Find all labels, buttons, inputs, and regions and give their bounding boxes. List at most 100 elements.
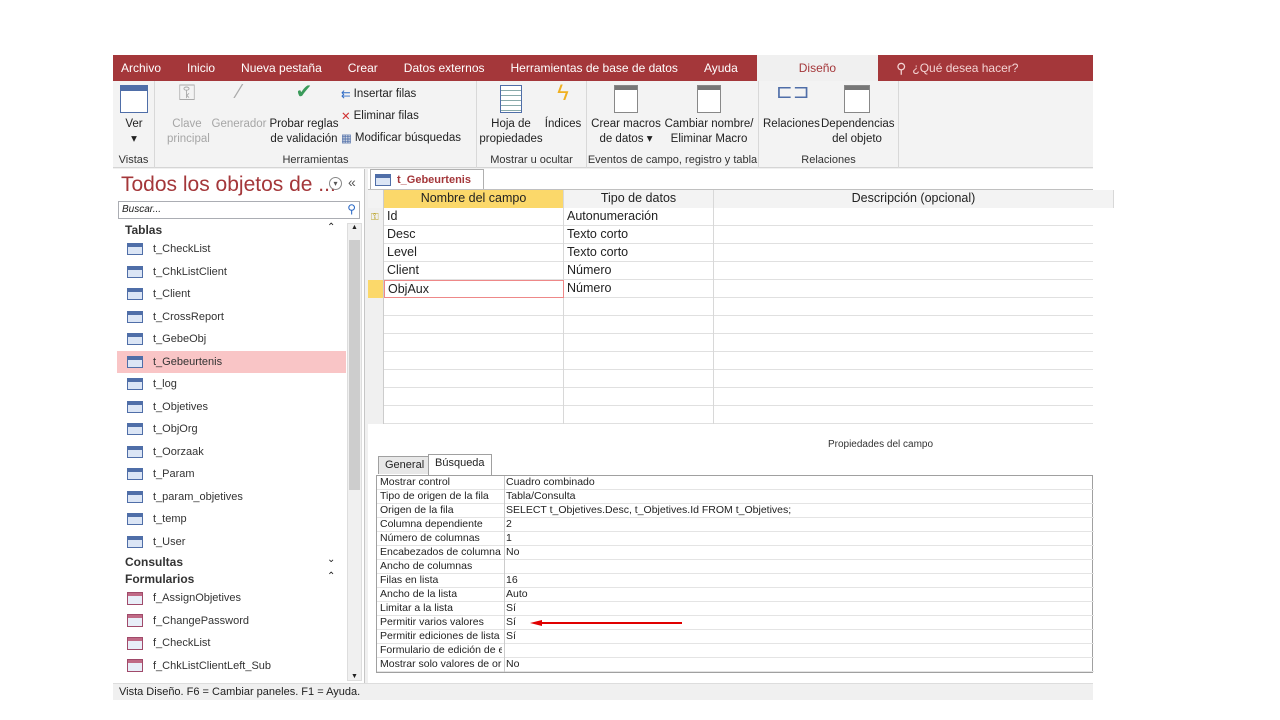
field-row[interactable]: ⚿ Id Autonumeración (368, 208, 1093, 226)
nav-item-table[interactable]: t_CheckList (117, 238, 346, 260)
property-value[interactable]: No (504, 658, 519, 672)
data-type-cell[interactable]: Texto corto (564, 226, 714, 244)
property-row[interactable]: Ancho de columnas (377, 560, 1094, 574)
data-type-cell[interactable]: Número (564, 280, 714, 298)
property-row[interactable]: Permitir varios valores Sí (377, 616, 1094, 630)
field-name-cell[interactable] (384, 298, 564, 316)
dependencias-button[interactable]: Dependencias del objeto (821, 85, 895, 147)
nav-item-table[interactable]: t_User (117, 531, 346, 553)
probar-reglas-button[interactable]: ✔ Probar reglas de validación (269, 82, 339, 147)
menu-archivo[interactable]: Archivo (113, 55, 174, 81)
nav-item-table[interactable]: t_Param (117, 463, 346, 485)
data-type-cell[interactable]: Número (564, 262, 714, 280)
nav-item-form[interactable]: f_ChkListClientLeft_Sub (117, 655, 346, 677)
relaciones-button[interactable]: ⊏⊐ Relaciones (763, 82, 820, 132)
nav-item-table[interactable]: t_temp (117, 508, 346, 530)
row-selector[interactable] (368, 352, 384, 370)
description-cell[interactable] (714, 388, 1114, 406)
nav-title[interactable]: Todos los objetos de ... (121, 173, 336, 197)
field-name-cell[interactable] (384, 352, 564, 370)
nav-item-form[interactable]: f_AssignObjetives (117, 587, 346, 609)
data-type-cell[interactable]: Texto corto (564, 244, 714, 262)
description-cell[interactable] (714, 298, 1114, 316)
nav-item-table[interactable]: t_ObjOrg (117, 418, 346, 440)
data-type-cell[interactable] (564, 334, 714, 352)
tab-general[interactable]: General (378, 456, 432, 474)
nav-item-table[interactable]: t_param_objetives (117, 486, 346, 508)
description-cell[interactable] (714, 226, 1114, 244)
field-row[interactable] (368, 388, 1093, 406)
property-row[interactable]: Formulario de edición de elementos de li… (377, 644, 1094, 658)
field-name-cell[interactable] (384, 370, 564, 388)
property-value[interactable] (504, 644, 506, 658)
expand-section-icon[interactable]: ⌄ (327, 554, 335, 565)
property-value[interactable]: Cuadro combinado (504, 476, 595, 490)
collapse-pane-icon[interactable]: « (348, 174, 356, 190)
property-value[interactable]: Sí (504, 602, 516, 616)
row-selector[interactable] (368, 244, 384, 262)
hoja-propiedades-button[interactable]: Hoja de propiedades (479, 85, 543, 147)
description-cell[interactable] (714, 244, 1114, 262)
property-row[interactable]: Tipo de origen de la fila Tabla/Consulta (377, 490, 1094, 504)
menu-herramientas-bd[interactable]: Herramientas de base de datos (498, 55, 691, 81)
field-name-cell[interactable]: ObjAux (384, 280, 564, 298)
nav-menu-dropdown-icon[interactable]: ▾ (329, 177, 342, 190)
scroll-thumb[interactable] (349, 240, 360, 490)
row-selector[interactable] (368, 316, 384, 334)
property-value[interactable]: Auto (504, 588, 528, 602)
field-row[interactable]: Desc Texto corto (368, 226, 1093, 244)
menu-ayuda[interactable]: Ayuda (691, 55, 751, 81)
field-name-cell[interactable] (384, 388, 564, 406)
modificar-busquedas-button[interactable]: ▦ Modificar búsquedas (341, 131, 461, 145)
nav-item-form[interactable]: f_ChangePassword (117, 610, 346, 632)
crear-macros-button[interactable]: Crear macros de datos ▾ (591, 85, 661, 147)
eliminar-filas-button[interactable]: ✕ Eliminar filas (341, 109, 419, 123)
property-value[interactable]: 1 (504, 532, 512, 546)
menu-inicio[interactable]: Inicio (174, 55, 228, 81)
row-selector[interactable] (368, 298, 384, 316)
menu-nueva-pestana[interactable]: Nueva pestaña (228, 55, 335, 81)
property-row[interactable]: Columna dependiente 2 (377, 518, 1094, 532)
description-cell[interactable] (714, 208, 1114, 226)
description-cell[interactable] (714, 280, 1114, 298)
property-value[interactable]: 2 (504, 518, 512, 532)
data-type-cell[interactable]: Autonumeración (564, 208, 714, 226)
field-name-cell[interactable]: Id (384, 208, 564, 226)
nav-item-table[interactable]: t_Gebeurtenis (117, 350, 346, 373)
collapse-section-icon[interactable]: ⌃ (327, 222, 335, 233)
row-selector[interactable] (368, 334, 384, 352)
property-value[interactable]: Sí (504, 616, 516, 630)
row-selector[interactable]: ⚿ (368, 208, 384, 226)
data-type-cell[interactable] (564, 352, 714, 370)
property-value[interactable] (504, 560, 506, 574)
scroll-down-icon[interactable]: ▼ (348, 673, 361, 680)
property-row[interactable]: Origen de la fila SELECT t_Objetives.Desc… (377, 504, 1094, 518)
field-name-cell[interactable]: Level (384, 244, 564, 262)
field-row[interactable] (368, 316, 1093, 334)
collapse-section-icon[interactable]: ⌃ (327, 571, 335, 582)
section-tablas[interactable]: Tablas (125, 223, 162, 237)
row-selector[interactable] (368, 226, 384, 244)
field-row[interactable]: Level Texto corto (368, 244, 1093, 262)
property-value[interactable]: Tabla/Consulta (504, 490, 575, 504)
field-row[interactable]: Client Número (368, 262, 1093, 280)
tab-t-gebeurtenis[interactable]: t_Gebeurtenis (370, 169, 484, 189)
scroll-up-icon[interactable]: ▲ (348, 224, 361, 231)
row-selector[interactable] (368, 406, 384, 424)
property-row[interactable]: Mostrar solo valores de origen de filaNo (377, 658, 1094, 672)
menu-crear[interactable]: Crear (335, 55, 391, 81)
section-formularios[interactable]: Formularios (125, 572, 194, 586)
menu-diseno[interactable]: Diseño (756, 55, 879, 81)
row-selector[interactable] (368, 388, 384, 406)
field-row[interactable] (368, 352, 1093, 370)
select-all[interactable] (368, 190, 384, 208)
property-value[interactable]: SELECT t_Objetives.Desc, t_Objetives.Id … (504, 504, 791, 518)
property-row[interactable]: Encabezados de columna No (377, 546, 1094, 560)
property-row[interactable]: Filas en lista 16 (377, 574, 1094, 588)
tab-busqueda[interactable]: Búsqueda (428, 454, 492, 475)
field-row[interactable] (368, 406, 1093, 424)
description-cell[interactable] (714, 406, 1114, 424)
data-type-cell[interactable] (564, 298, 714, 316)
nav-item-table[interactable]: t_GebeObj (117, 328, 346, 350)
description-cell[interactable] (714, 352, 1114, 370)
